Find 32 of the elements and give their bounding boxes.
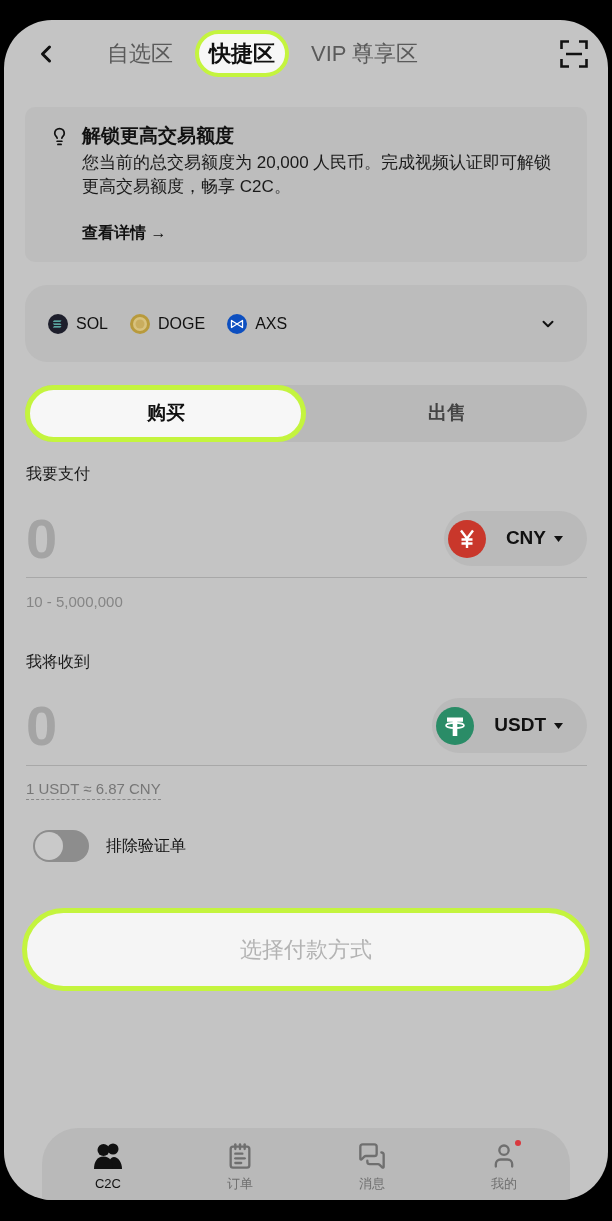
scan-icon: [560, 39, 588, 68]
people-icon: [93, 1142, 123, 1170]
tether-icon: [436, 706, 475, 745]
details-link[interactable]: 查看详情 →: [82, 221, 167, 245]
coin-icon: [130, 313, 150, 334]
zone-tab[interactable]: VIP 尊享区: [297, 30, 433, 77]
notice-text: 您当前的总交易额度为 20,000 人民币。完成视频认证即可解锁更高交易额度，畅享 C2C。: [82, 152, 553, 198]
zone-tab[interactable]: 快捷区: [195, 30, 289, 77]
scan-button[interactable]: [560, 39, 588, 68]
yuan-icon: [447, 519, 486, 558]
trade-side-tab[interactable]: 出售: [306, 385, 587, 442]
coin-icon: [227, 313, 248, 334]
currency-selector[interactable]: USDT: [432, 698, 587, 753]
coin-chip[interactable]: AXS: [227, 313, 288, 334]
currency-selector[interactable]: CNY: [443, 511, 587, 566]
caret-icon: [554, 722, 563, 729]
nav-tab[interactable]: C2C: [42, 1142, 174, 1200]
toggle-switch[interactable]: [33, 830, 89, 862]
coin-chip[interactable]: SOL: [48, 313, 108, 334]
zone-tab[interactable]: 自选区: [93, 30, 187, 77]
amount-range: 10 - 5,000,000: [26, 592, 124, 612]
field-label: 我要支付: [26, 464, 91, 484]
field-label: 我将收到: [26, 652, 91, 672]
notice-title: 解锁更高交易额度: [82, 124, 234, 148]
coin-icon: [48, 313, 68, 334]
coin-chip[interactable]: DOGE: [130, 313, 206, 334]
trade-side-tab[interactable]: 购买: [25, 385, 306, 442]
toggle-knob: [35, 832, 63, 860]
toggle-label: 排除验证单: [106, 836, 186, 856]
exchange-rate: 1 USDT ≈ 6.87 CNY: [26, 779, 161, 800]
chat-bubbles-icon: [358, 1142, 386, 1170]
caret-icon: [554, 535, 563, 542]
